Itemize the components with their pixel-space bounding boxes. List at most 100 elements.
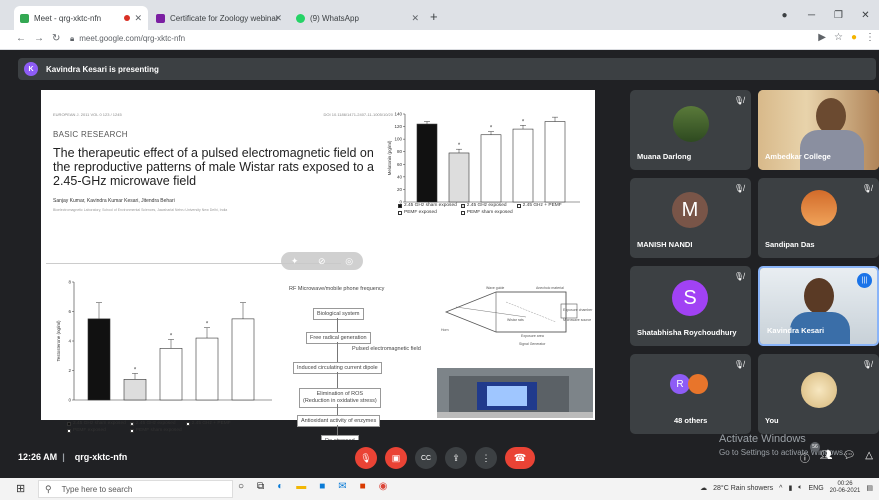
participant-tile[interactable]: M 🎙︎̸ MANISH NANDI	[630, 178, 751, 258]
chrome-icon[interactable]: ◉	[379, 481, 388, 492]
mic-off-icon: 🎙︎̸	[861, 184, 872, 193]
chat-icon[interactable]: 💬︎	[843, 450, 856, 465]
participant-name: You	[765, 416, 779, 425]
whatsapp-favicon-icon	[296, 13, 305, 23]
people-icon[interactable]: 👥︎	[820, 450, 833, 465]
activate-windows-title: Activate Windows	[719, 433, 806, 445]
mic-off-icon: 🎙︎̸	[733, 96, 744, 105]
maximize-icon[interactable]: ❐	[825, 10, 852, 21]
y-tick-label: 120	[394, 124, 402, 129]
diagram-label: Anechoic material	[536, 286, 564, 290]
meeting-details-icon[interactable]: ⓘ	[800, 450, 810, 465]
store-icon[interactable]: ■	[319, 481, 325, 492]
minimize-icon[interactable]: ─	[798, 10, 825, 21]
new-tab-button[interactable]: +	[430, 9, 438, 24]
avatar: R	[670, 374, 690, 394]
tab-meet[interactable]: Meet - qrg-xktc-nfn ✕	[14, 6, 148, 30]
mic-off-button[interactable]: 🎙︎	[355, 447, 377, 469]
camera-in-use-icon[interactable]: ▶	[818, 32, 826, 43]
camera-off-button[interactable]: ▣	[385, 447, 407, 469]
network-icon[interactable]: ▮	[788, 484, 792, 492]
forward-icon[interactable]: →	[34, 33, 44, 44]
close-window-icon[interactable]: ✕	[852, 10, 879, 21]
captions-button[interactable]: CC	[415, 447, 437, 469]
participant-tile[interactable]: S 🎙︎̸ Shatabhisha Roychoudhury	[630, 266, 751, 346]
back-icon[interactable]: ←	[16, 33, 26, 44]
person-head	[804, 278, 834, 314]
meet-main: K Kavindra Kesari is presenting EUROPEAN…	[0, 50, 879, 472]
present-now-button[interactable]: ⇪	[445, 447, 467, 469]
more-options-button[interactable]: ⋮	[475, 447, 497, 469]
tab-label: Certificate for Zoology webinar	[170, 13, 279, 23]
speaking-indicator-icon: |||	[857, 273, 872, 288]
cortana-icon[interactable]: ○	[238, 481, 244, 492]
legend-label: 2.45 GHz + PEMF	[522, 203, 562, 208]
reload-icon[interactable]: ↻	[52, 33, 60, 44]
flow-step4a: Elimination of ROS	[316, 391, 364, 397]
legend-item: PEMF sham exposed	[460, 210, 513, 215]
task-view-icon[interactable]: ⧉	[257, 481, 264, 492]
extension-icon[interactable]: ●	[851, 32, 857, 43]
edge-icon[interactable]: ◐	[277, 481, 283, 492]
profile-icon[interactable]: ●	[771, 10, 798, 21]
testosterone-chart: 0 2 4 6 8 Testosterone (ng/ml) * * *	[56, 280, 272, 403]
significance-marker: *	[206, 322, 209, 328]
participant-name: 48 others	[674, 416, 708, 425]
participant-tile[interactable]: 🎙︎̸ Muana Darlong	[630, 90, 751, 170]
fullscreen-icon[interactable]: ◎	[345, 256, 353, 267]
pin-icon[interactable]: ✦	[291, 256, 299, 267]
paper-authors: Sanjay Kumar, Kavindra Kumar Kesari, Jit…	[53, 198, 175, 204]
presentation-slide: EUROPEAN J. 2011 VOL 0 123 / 1245 DOI 10…	[41, 90, 595, 447]
taskbar-clock[interactable]: 00:26 20-06-2021	[830, 481, 861, 495]
participant-tile-self[interactable]: 🎙︎̸ You	[758, 354, 879, 434]
significance-marker: *	[170, 334, 173, 340]
close-tab-icon[interactable]: ✕	[274, 13, 282, 24]
participant-name: Kavindra Kesari	[767, 326, 825, 335]
tab-certificate[interactable]: Certificate for Zoology webinar ✕	[150, 6, 288, 30]
url-field[interactable]: 🔒︎ meet.google.com/qrg-xktc-nfn	[70, 34, 185, 44]
participant-tile-others[interactable]: R 🎙︎̸ 48 others	[630, 354, 751, 434]
participant-name: Ambedkar College	[765, 152, 831, 161]
flow-step4b: (Reduction in oxidative stress)	[303, 398, 377, 404]
close-tab-icon[interactable]: ✕	[134, 13, 142, 24]
volume-icon[interactable]: 🔈︎	[798, 484, 802, 492]
meeting-side-controls: ⓘ 👥︎ 💬︎ △	[800, 450, 873, 465]
notification-icon[interactable]: ▤	[866, 484, 873, 492]
presenter-avatar: K	[24, 62, 38, 76]
leave-call-button[interactable]: ☎	[505, 447, 535, 469]
presentation-overlay-controls[interactable]: ✦ ⊘ ◎	[281, 252, 363, 270]
office-icon[interactable]: ■	[360, 481, 366, 492]
participant-tile[interactable]: 🎙︎̸ Sandipan Das	[758, 178, 879, 258]
y-tick-label: 4	[68, 339, 71, 344]
flow-arrow	[337, 318, 338, 332]
y-axis-label: Testosterone (ng/ml)	[56, 320, 61, 362]
flow-arrow	[337, 372, 338, 388]
language-indicator[interactable]: ENG	[809, 485, 824, 492]
testosterone-legend: 2.45 GHz sham exposed 2.45 GHz exposed 2.4…	[67, 421, 231, 433]
windows-start-icon[interactable]: ⊞	[16, 482, 25, 495]
bookmark-star-icon[interactable]: ☆	[834, 32, 843, 43]
significance-marker: *	[490, 126, 493, 132]
taskbar-search-box[interactable]: ⚲ Type here to search	[38, 480, 233, 498]
weather-text[interactable]: 28°C Rain showers	[713, 485, 773, 492]
melatonin-chart: 020406080100120140Melatonin (pg/ml) ***	[387, 112, 580, 205]
legend-swatch	[67, 428, 71, 433]
mail-icon[interactable]: ✉	[338, 481, 346, 492]
browser-tab-strip: Meet - qrg-xktc-nfn ✕ Certificate for Zo…	[0, 0, 879, 30]
mic-off-icon: 🎙︎̸	[733, 272, 744, 281]
legend-item: 2.45 GHz exposed	[460, 203, 513, 208]
participant-tile-active-speaker[interactable]: ||| Kavindra Kesari	[758, 266, 879, 346]
activities-icon[interactable]: △	[865, 450, 873, 465]
flow-step4: Elimination of ROS (Reduction in oxidati…	[299, 388, 381, 408]
file-explorer-icon[interactable]: ▬	[296, 481, 306, 492]
significance-marker: *	[134, 367, 137, 373]
participant-tile[interactable]: Ambedkar College	[758, 90, 879, 170]
tray-chevron-icon[interactable]: ^	[779, 485, 782, 492]
legend-label: 2.45 GHz sham exposed	[73, 421, 126, 426]
close-tab-icon[interactable]: ✕	[411, 13, 419, 24]
menu-dots-icon[interactable]: ⋮	[865, 32, 875, 43]
tab-whatsapp[interactable]: (9) WhatsApp ✕	[290, 6, 425, 30]
legend-label: PEMF sham exposed	[466, 210, 513, 215]
mute-presentation-icon[interactable]: ⊘	[318, 256, 326, 267]
y-tick-label: 100	[394, 137, 402, 142]
